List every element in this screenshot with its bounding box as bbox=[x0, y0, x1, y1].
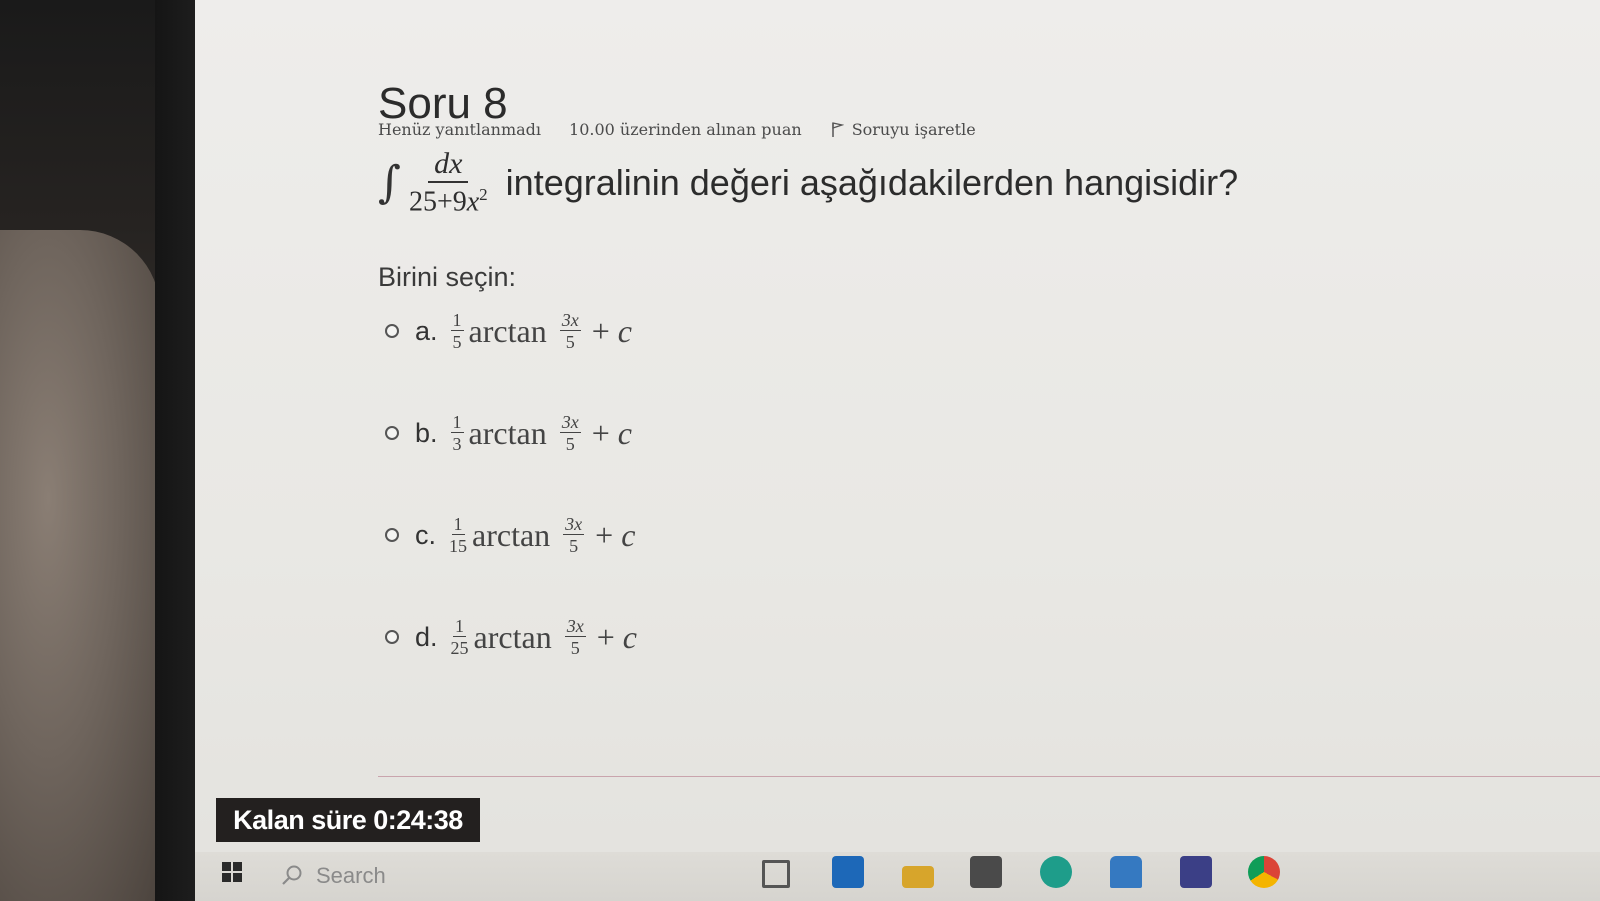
question-text: ∫ dx 25+9x2 integralinin değeri aşağıdak… bbox=[378, 148, 1238, 218]
app-icon[interactable] bbox=[1180, 856, 1212, 888]
store-icon[interactable] bbox=[970, 856, 1002, 888]
option-letter: b. bbox=[415, 417, 438, 448]
time-remaining-badge: Kalan süre 0:24:38 bbox=[216, 798, 480, 842]
integral-sign: ∫ bbox=[378, 157, 401, 208]
option-letter: d. bbox=[415, 621, 438, 652]
integrand-numerator: dx bbox=[428, 149, 469, 184]
photo-background-object bbox=[0, 230, 160, 901]
answer-option-c[interactable]: c. 1 15 arctan 3x 5 + c bbox=[385, 509, 635, 561]
radio-button-b[interactable] bbox=[385, 426, 399, 440]
task-view-icon[interactable] bbox=[762, 860, 790, 888]
taskbar-search-box[interactable]: Search bbox=[280, 856, 610, 896]
flag-question-link[interactable]: Soruyu işaretle bbox=[830, 120, 976, 139]
option-expression: 1 25 arctan 3x 5 + c bbox=[450, 616, 637, 658]
radio-button-d[interactable] bbox=[385, 630, 399, 644]
answer-option-a[interactable]: a. 15 arctan 3x 5 + c bbox=[385, 305, 632, 357]
search-placeholder: Search bbox=[316, 863, 386, 888]
option-letter: a. bbox=[415, 315, 438, 346]
question-prompt: integralinin değeri aşağıdakilerden hang… bbox=[505, 162, 1239, 203]
section-divider bbox=[378, 776, 1600, 777]
flag-question-label: Soruyu işaretle bbox=[851, 119, 976, 139]
choose-one-label: Birini seçin: bbox=[378, 262, 517, 292]
monitor-bezel bbox=[155, 0, 195, 901]
integrand-denominator: 25+9x2 bbox=[408, 185, 488, 218]
integrand-fraction: dx 25+9x2 bbox=[409, 149, 488, 216]
windows-start-icon[interactable] bbox=[222, 862, 242, 882]
edge-icon[interactable] bbox=[1040, 856, 1072, 888]
search-icon bbox=[282, 865, 302, 885]
flag-icon bbox=[831, 122, 844, 137]
chrome-icon[interactable] bbox=[1248, 856, 1280, 888]
timer-value: 0:24:38 bbox=[373, 804, 463, 835]
answer-option-d[interactable]: d. 1 25 arctan 3x 5 + c bbox=[385, 611, 637, 663]
question-points: 10.00 üzerinden alınan puan bbox=[569, 119, 802, 139]
answer-status: Henüz yanıtlanmadı bbox=[378, 119, 542, 139]
option-expression: 15 arctan 3x 5 + c bbox=[450, 310, 632, 352]
radio-button-c[interactable] bbox=[385, 528, 399, 542]
answer-option-b[interactable]: b. 13 arctan 3x 5 + c bbox=[385, 407, 632, 459]
question-meta: Henüz yanıtlanmadı 10.00 üzerinden alına… bbox=[378, 118, 976, 140]
file-explorer-icon[interactable] bbox=[902, 866, 934, 888]
outlook-icon[interactable] bbox=[832, 856, 864, 888]
option-letter: c. bbox=[415, 519, 437, 550]
radio-button-a[interactable] bbox=[385, 324, 399, 338]
timer-label: Kalan süre bbox=[233, 804, 367, 835]
option-expression: 13 arctan 3x 5 + c bbox=[450, 412, 632, 454]
option-expression: 1 15 arctan 3x 5 + c bbox=[449, 514, 636, 556]
mail-icon[interactable] bbox=[1110, 856, 1142, 888]
